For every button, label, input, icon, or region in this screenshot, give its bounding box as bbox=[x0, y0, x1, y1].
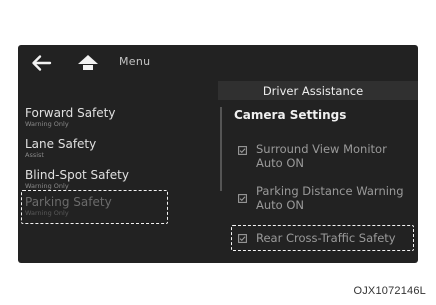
menu-item-blind-spot-safety[interactable]: Blind-Spot Safety Warning Only bbox=[25, 168, 175, 190]
figure-code: OJX1072146L bbox=[353, 285, 426, 297]
option-label-line2: Auto ON bbox=[256, 155, 305, 170]
home-button[interactable] bbox=[76, 52, 100, 74]
page-title: Driver Assistance bbox=[262, 84, 364, 98]
infotainment-screen: Menu Driver Assistance Forward Safety Wa… bbox=[18, 45, 418, 263]
menu-button[interactable]: Menu bbox=[119, 55, 150, 68]
option-label: Parking Distance Warning Auto ON bbox=[256, 184, 404, 212]
panel-divider bbox=[220, 107, 222, 191]
menu-item-status: Assist bbox=[25, 151, 44, 159]
menu-item-status: Warning Only bbox=[25, 182, 69, 190]
home-icon bbox=[78, 55, 98, 70]
menu-item-label: Forward Safety bbox=[25, 106, 116, 120]
rear-cross-traffic-highlight bbox=[231, 225, 414, 251]
parking-safety-highlight bbox=[21, 190, 168, 224]
menu-item-forward-safety[interactable]: Forward Safety Warning Only bbox=[25, 106, 175, 128]
menu-item-lane-safety[interactable]: Lane Safety Assist bbox=[25, 137, 175, 159]
option-label-line1: Surround View Monitor bbox=[256, 142, 387, 156]
option-label: Surround View Monitor Auto ON bbox=[256, 142, 387, 170]
checkbox-checked-icon[interactable] bbox=[238, 194, 247, 203]
menu-item-status: Warning Only bbox=[25, 120, 69, 128]
option-label-line1: Parking Distance Warning bbox=[256, 184, 404, 198]
menu-item-label: Lane Safety bbox=[25, 137, 97, 151]
menu-item-label: Blind-Spot Safety bbox=[25, 168, 129, 182]
top-bar: Menu bbox=[18, 45, 418, 79]
checkbox-checked-icon[interactable] bbox=[238, 146, 247, 155]
option-label-line2: Auto ON bbox=[256, 197, 305, 212]
camera-settings-title: Camera Settings bbox=[234, 108, 347, 122]
panel-header: Driver Assistance bbox=[218, 81, 418, 100]
back-button[interactable] bbox=[30, 53, 54, 73]
back-arrow-icon bbox=[32, 55, 52, 71]
